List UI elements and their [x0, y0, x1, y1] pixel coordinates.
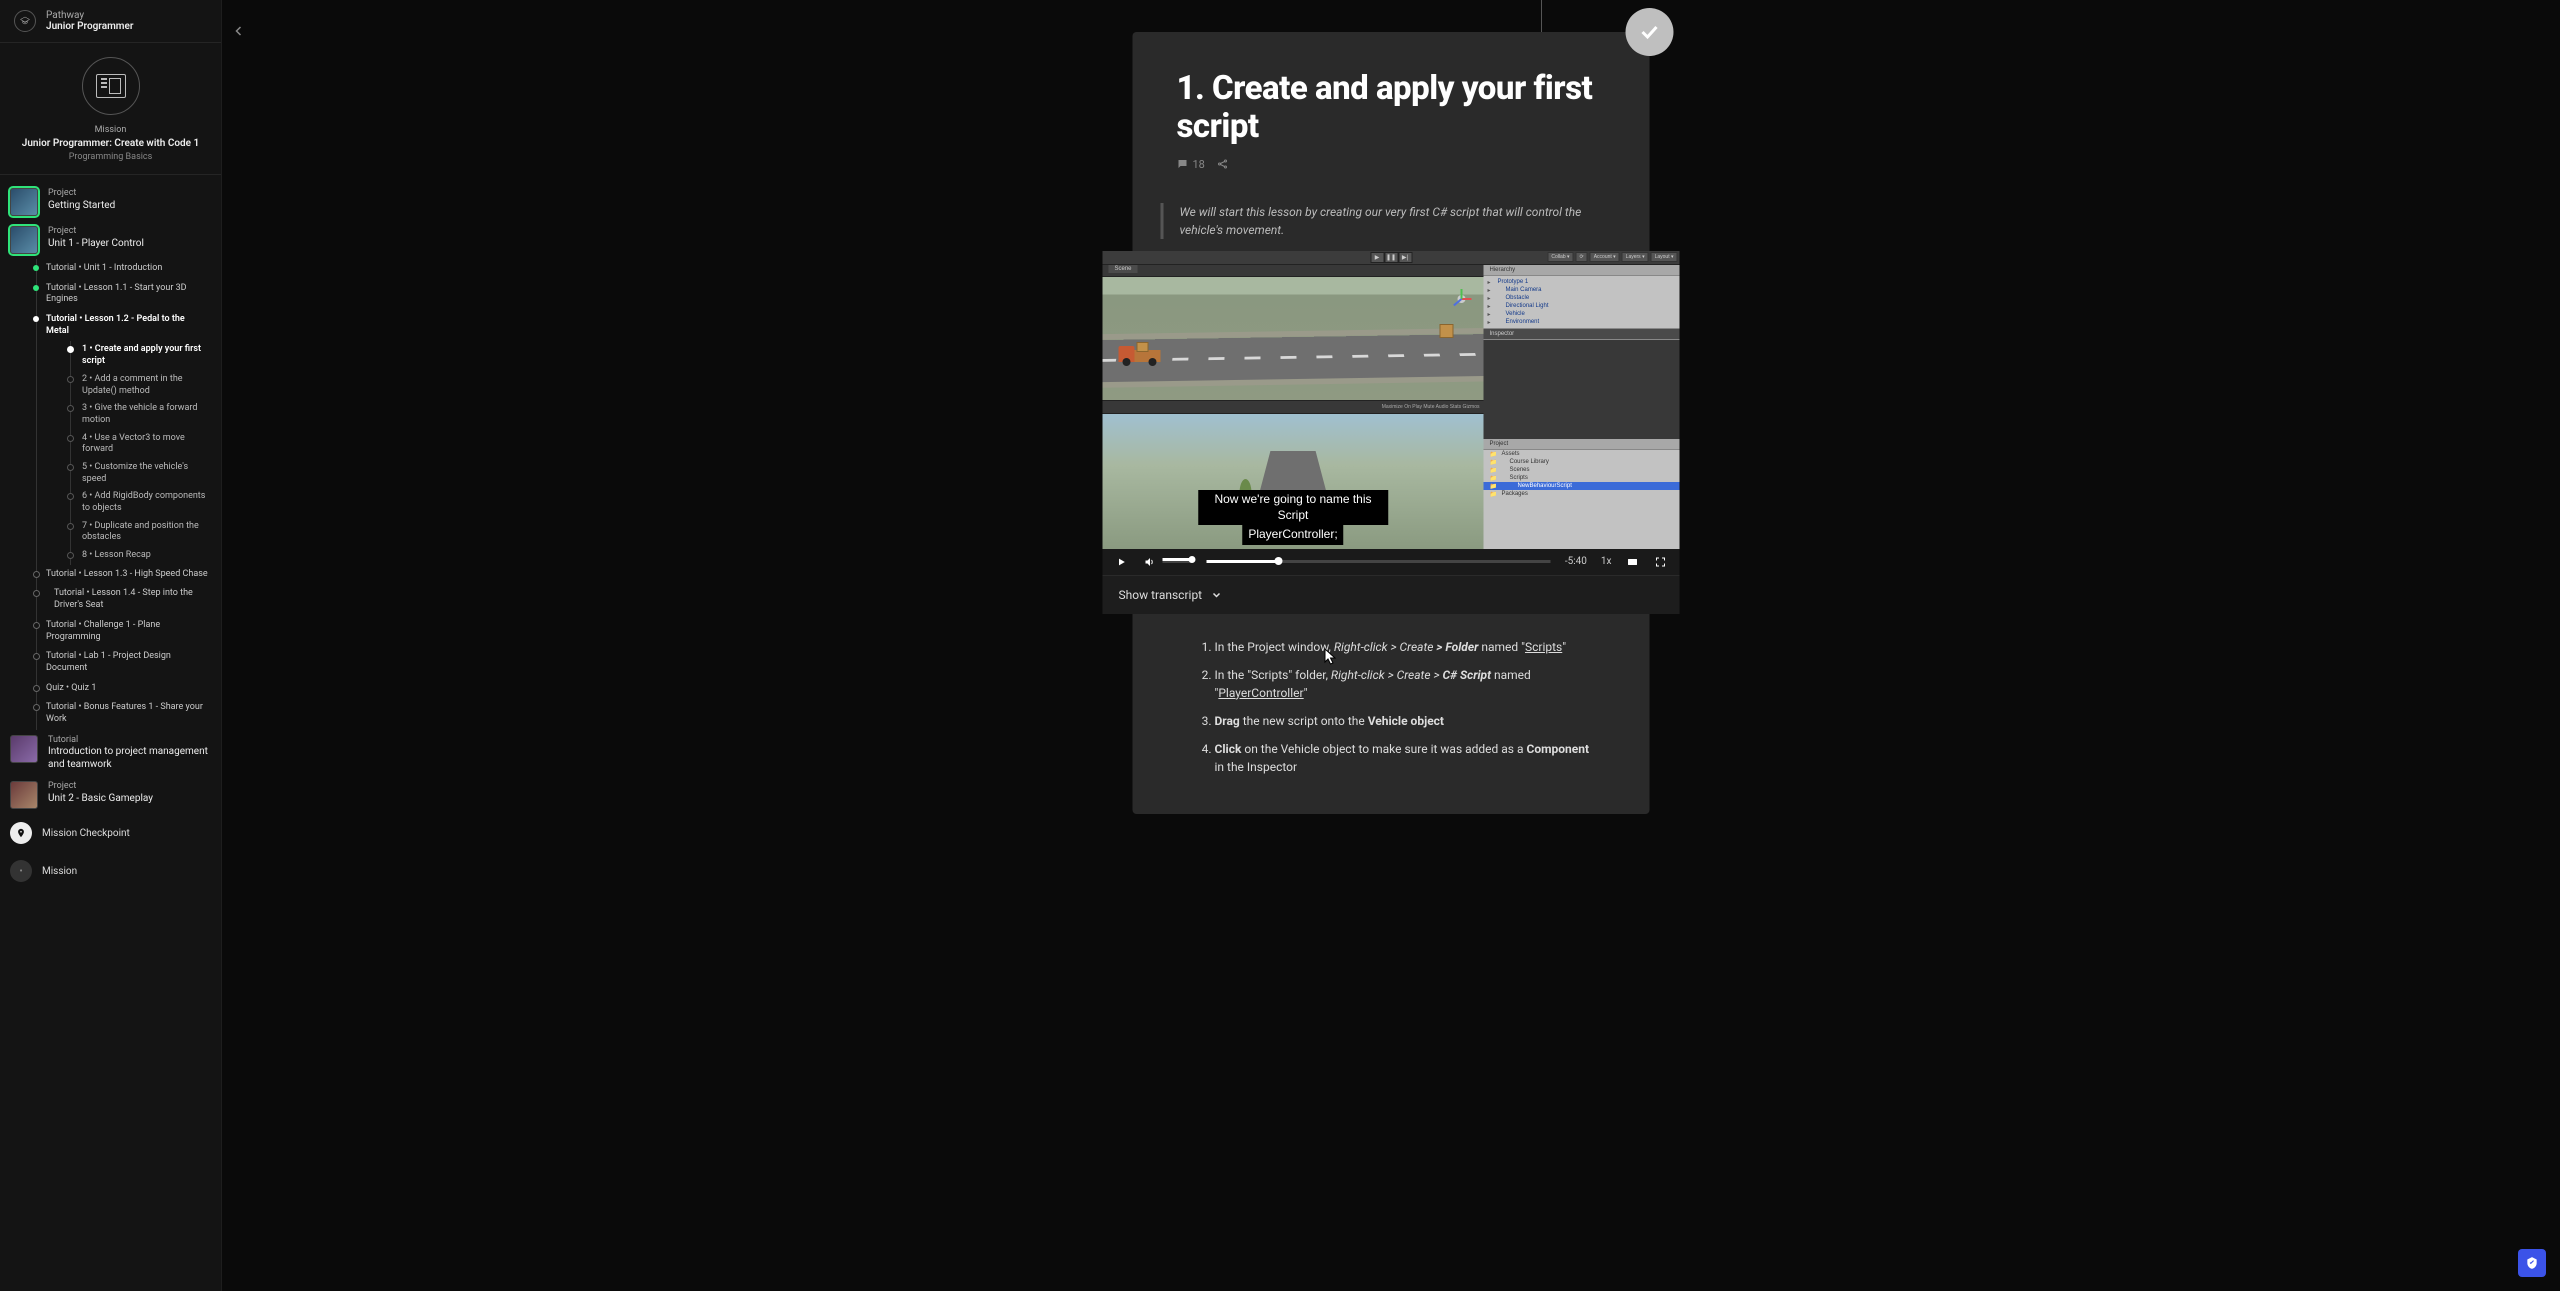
pathway-icon — [14, 10, 36, 32]
hierarchy-item: Environment — [1484, 318, 1680, 326]
sidebar-item-unit2[interactable]: Project Unit 2 - Basic Gameplay — [6, 776, 215, 814]
comments-link[interactable]: 18 — [1177, 158, 1205, 171]
next-mission[interactable]: • Mission — [6, 852, 215, 890]
pathway-name: Junior Programmer — [46, 21, 133, 32]
lesson-item[interactable]: Tutorial • Challenge 1 - Plane Programmi… — [26, 616, 215, 647]
mission-title: Junior Programmer: Create with Code 1 — [10, 137, 211, 150]
project-item-selected: NewBehaviourScript — [1484, 482, 1680, 490]
lesson-item-active[interactable]: Tutorial • Lesson 1.2 - Pedal to the Met… — [26, 310, 215, 341]
step-item[interactable]: 2 • Add a comment in the Update() method — [60, 371, 215, 400]
pathway-label: Pathway — [46, 10, 133, 21]
step-item[interactable]: 7 • Duplicate and position the obstacles — [60, 518, 215, 547]
lesson-item[interactable]: Tutorial • Unit 1 - Introduction — [26, 259, 215, 279]
project-item: Course Library — [1484, 458, 1680, 466]
mute-button[interactable] — [1143, 556, 1157, 568]
project-item: Assets — [1484, 450, 1680, 458]
video-controls: -5:40 1x — [1103, 549, 1680, 575]
hierarchy-item: Prototype 1 — [1484, 278, 1680, 286]
lesson-item[interactable]: Tutorial • Lab 1 - Project Design Docume… — [26, 647, 215, 678]
step-item[interactable]: 5 • Customize the vehicle's speed — [60, 459, 215, 488]
mission-header: Mission Junior Programmer: Create with C… — [0, 43, 221, 175]
captions-button[interactable] — [1626, 556, 1640, 568]
instruction-item: Drag the new script onto the Vehicle obj… — [1215, 712, 1600, 730]
lesson-tree: Project Getting Started Project Unit 1 -… — [0, 175, 221, 910]
sidebar-item-intro-pm[interactable]: Tutorial Introduction to project managem… — [6, 730, 215, 777]
hierarchy-item: Obstacle — [1484, 294, 1680, 302]
pin-icon — [10, 822, 32, 844]
instruction-item: Click on the Vehicle object to make sure… — [1215, 740, 1600, 776]
instructions: In the Project window, Right-click > Cre… — [1133, 624, 1650, 814]
video-caption: Now we're going to name this Script Play… — [1198, 490, 1389, 545]
hierarchy-item: Main Camera — [1484, 286, 1680, 294]
mission-label: Mission — [10, 125, 211, 135]
inspector-tab: Inspector — [1484, 329, 1680, 340]
privacy-shield-button[interactable] — [2518, 1249, 2546, 1277]
project-item: Packages — [1484, 490, 1680, 498]
hierarchy-item: Vehicle — [1484, 310, 1680, 318]
completion-badge[interactable] — [1626, 8, 1674, 56]
hierarchy-tab: Hierarchy — [1484, 265, 1680, 276]
gizmo-icon — [1448, 285, 1476, 313]
step-item-active[interactable]: 1 • Create and apply your first script — [60, 341, 215, 370]
lesson-item[interactable]: Tutorial • Lesson 1.4 - Step into the Dr… — [26, 584, 215, 615]
project-thumb-icon — [10, 226, 38, 254]
video-viewport[interactable]: ▶ ❚❚ ▶| Collab ▾ ⟳ Account ▾ Layers ▾ La — [1103, 251, 1680, 549]
instruction-item: In the "Scripts" folder, Right-click > C… — [1215, 666, 1600, 702]
unity-scene-view — [1103, 265, 1484, 400]
project-thumb-icon — [10, 188, 38, 216]
share-button[interactable] — [1217, 158, 1229, 170]
sidebar-item-unit1[interactable]: Project Unit 1 - Player Control — [6, 221, 215, 259]
step-item[interactable]: 4 • Use a Vector3 to move forward — [60, 430, 215, 459]
show-transcript-toggle[interactable]: Show transcript — [1103, 575, 1680, 614]
mission-icon — [82, 57, 140, 115]
hierarchy-item: Directional Light — [1484, 302, 1680, 310]
mission-checkpoint[interactable]: Mission Checkpoint — [6, 814, 215, 852]
lesson-intro: We will start this lesson by creating ou… — [1161, 203, 1622, 239]
mission-dot-icon: • — [10, 860, 32, 882]
step-item[interactable]: 6 • Add RigidBody components to objects — [60, 488, 215, 517]
tutorial-thumb-icon — [10, 735, 38, 763]
main-content: 1. Create and apply your first script 18… — [222, 0, 2560, 1291]
project-thumb-icon — [10, 781, 38, 809]
instruction-item: In the Project window, Right-click > Cre… — [1215, 638, 1600, 656]
sidebar-item-getting-started[interactable]: Project Getting Started — [6, 183, 215, 221]
volume-slider[interactable] — [1163, 560, 1193, 563]
lesson-item[interactable]: Tutorial • Bonus Features 1 - Share your… — [26, 698, 215, 729]
unity-game-view: Now we're going to name this Script Play… — [1103, 414, 1484, 549]
time-remaining: -5:40 — [1565, 556, 1587, 567]
lesson-title: 1. Create and apply your first script — [1177, 70, 1606, 146]
mission-subtitle: Programming Basics — [10, 152, 211, 162]
unity-game-bar: Maximize On Play Mute Audio Stats Gizmos — [1103, 400, 1484, 414]
collapse-sidebar-button[interactable] — [228, 20, 250, 42]
sidebar-header[interactable]: Pathway Junior Programmer — [0, 0, 221, 43]
lesson-item[interactable]: Tutorial • Lesson 1.3 - High Speed Chase — [26, 565, 215, 585]
step-item[interactable]: 8 • Lesson Recap — [60, 547, 215, 565]
step-item[interactable]: 3 • Give the vehicle a forward motion — [60, 400, 215, 429]
lesson-item[interactable]: Tutorial • Lesson 1.1 - Start your 3D En… — [26, 279, 215, 310]
lesson-item[interactable]: Quiz • Quiz 1 — [26, 679, 215, 699]
project-item: Scenes — [1484, 466, 1680, 474]
playback-speed[interactable]: 1x — [1601, 556, 1612, 567]
video-player: ▶ ❚❚ ▶| Collab ▾ ⟳ Account ▾ Layers ▾ La — [1103, 251, 1680, 614]
play-button[interactable] — [1115, 557, 1129, 567]
timeline-connector — [1541, 0, 1542, 32]
sidebar: Pathway Junior Programmer Mission Junior… — [0, 0, 222, 1291]
chevron-down-icon — [1210, 589, 1222, 601]
lesson-card: 1. Create and apply your first script 18… — [1133, 32, 1650, 814]
play-icon: ▶ — [1370, 252, 1384, 263]
step-icon: ▶| — [1398, 252, 1412, 263]
pause-icon: ❚❚ — [1384, 252, 1398, 263]
seek-bar[interactable] — [1207, 560, 1551, 563]
unity-toolbar: ▶ ❚❚ ▶| Collab ▾ ⟳ Account ▾ Layers ▾ La — [1103, 251, 1680, 265]
project-item: Scripts — [1484, 474, 1680, 482]
fullscreen-button[interactable] — [1654, 556, 1668, 568]
project-tab: Project — [1484, 439, 1680, 450]
